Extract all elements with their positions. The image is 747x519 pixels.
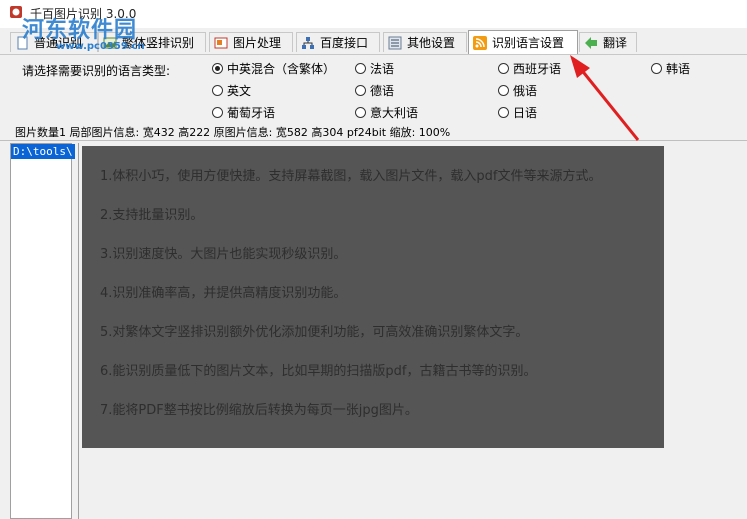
- image-text-line: 4.识别准确率高，并提供高精度识别功能。: [100, 286, 347, 301]
- settings-icon: [388, 36, 402, 49]
- radio-button[interactable]: [355, 107, 366, 118]
- rss-icon: [473, 35, 487, 50]
- radio-button[interactable]: [355, 85, 366, 96]
- image-text-line: 2.支持批量识别。: [100, 208, 204, 223]
- tab-other-settings[interactable]: 其他设置: [383, 32, 467, 52]
- watermark-text: 河东软件园: [22, 18, 138, 43]
- radio-button[interactable]: [651, 63, 662, 74]
- tab-label: 其他设置: [407, 36, 456, 50]
- tab-label: 识别语言设置: [492, 36, 565, 50]
- radio-chinese-english[interactable]: 中英混合（含繁体）: [212, 60, 335, 77]
- radio-label: 韩语: [666, 62, 691, 76]
- radio-korean[interactable]: 韩语: [651, 60, 690, 77]
- image-text-line: 1.体积小巧，使用方便快捷。支持屏幕截图，载入图片文件，载入pdf文件等来源方式…: [100, 169, 602, 184]
- radio-label: 俄语: [513, 84, 538, 98]
- file-list-item[interactable]: D:\tools\: [11, 144, 75, 159]
- image-text-line: 7.能将PDF整书按比例缩放后转换为每页一张jpg图片。: [100, 403, 418, 418]
- watermark-url: www.pc0359.cn: [56, 41, 145, 52]
- language-prompt: 请选择需要识别的语言类型:: [22, 64, 171, 78]
- app-logo-icon: [10, 6, 22, 18]
- image-edit-icon: [214, 37, 228, 48]
- tab-label: 图片处理: [233, 36, 282, 50]
- radio-button[interactable]: [498, 85, 509, 96]
- image-text-line: 5.对繁体文字竖排识别额外优化添加便利功能，可高效准确识别繁体文字。: [100, 325, 529, 340]
- radio-button[interactable]: [212, 85, 223, 96]
- radio-button[interactable]: [498, 63, 509, 74]
- tab-translate[interactable]: 翻译: [579, 32, 637, 52]
- status-text: 图片数量1 局部图片信息: 宽432 高222 原图片信息: 宽582 高304…: [15, 126, 451, 139]
- radio-label: 法语: [370, 62, 395, 76]
- image-text-line: 6.能识别质量低下的图片文本，比如早期的扫描版pdf，古籍古书等的识别。: [100, 364, 537, 379]
- image-preview: 1.体积小巧，使用方便快捷。支持屏幕截图，载入图片文件，载入pdf文件等来源方式…: [82, 146, 664, 448]
- radio-label: 英文: [227, 84, 252, 98]
- radio-label: 德语: [370, 84, 395, 98]
- tab-baidu-api[interactable]: 百度接口: [296, 32, 380, 52]
- radio-german[interactable]: 德语: [355, 82, 394, 99]
- radio-italian[interactable]: 意大利语: [355, 104, 418, 121]
- radio-label: 意大利语: [370, 106, 419, 120]
- tab-label: 翻译: [603, 36, 628, 50]
- radio-french[interactable]: 法语: [355, 60, 394, 77]
- radio-label: 中英混合（含繁体）: [227, 62, 336, 76]
- radio-english[interactable]: 英文: [212, 82, 251, 99]
- status-bar: 图片数量1 局部图片信息: 宽432 高222 原图片信息: 宽582 高304…: [0, 124, 747, 141]
- file-list[interactable]: D:\tools\: [10, 143, 75, 519]
- radio-button[interactable]: [355, 63, 366, 74]
- tab-image-processing[interactable]: 图片处理: [209, 32, 293, 52]
- image-text-line: 3.识别速度快。大图片也能实现秒级识别。: [100, 247, 347, 262]
- radio-button[interactable]: [212, 63, 223, 74]
- radio-japanese[interactable]: 日语: [498, 104, 537, 121]
- translate-icon: [585, 36, 597, 49]
- tab-label: 百度接口: [320, 36, 369, 50]
- radio-label: 日语: [513, 106, 538, 120]
- network-icon: [302, 36, 314, 49]
- radio-russian[interactable]: 俄语: [498, 82, 537, 99]
- radio-spanish[interactable]: 西班牙语: [498, 60, 561, 77]
- radio-label: 西班牙语: [513, 62, 562, 76]
- radio-button[interactable]: [498, 107, 509, 118]
- tab-language-settings[interactable]: 识别语言设置: [468, 30, 578, 54]
- radio-label: 葡萄牙语: [227, 106, 276, 120]
- radio-portuguese[interactable]: 葡萄牙语: [212, 104, 275, 121]
- radio-button[interactable]: [212, 107, 223, 118]
